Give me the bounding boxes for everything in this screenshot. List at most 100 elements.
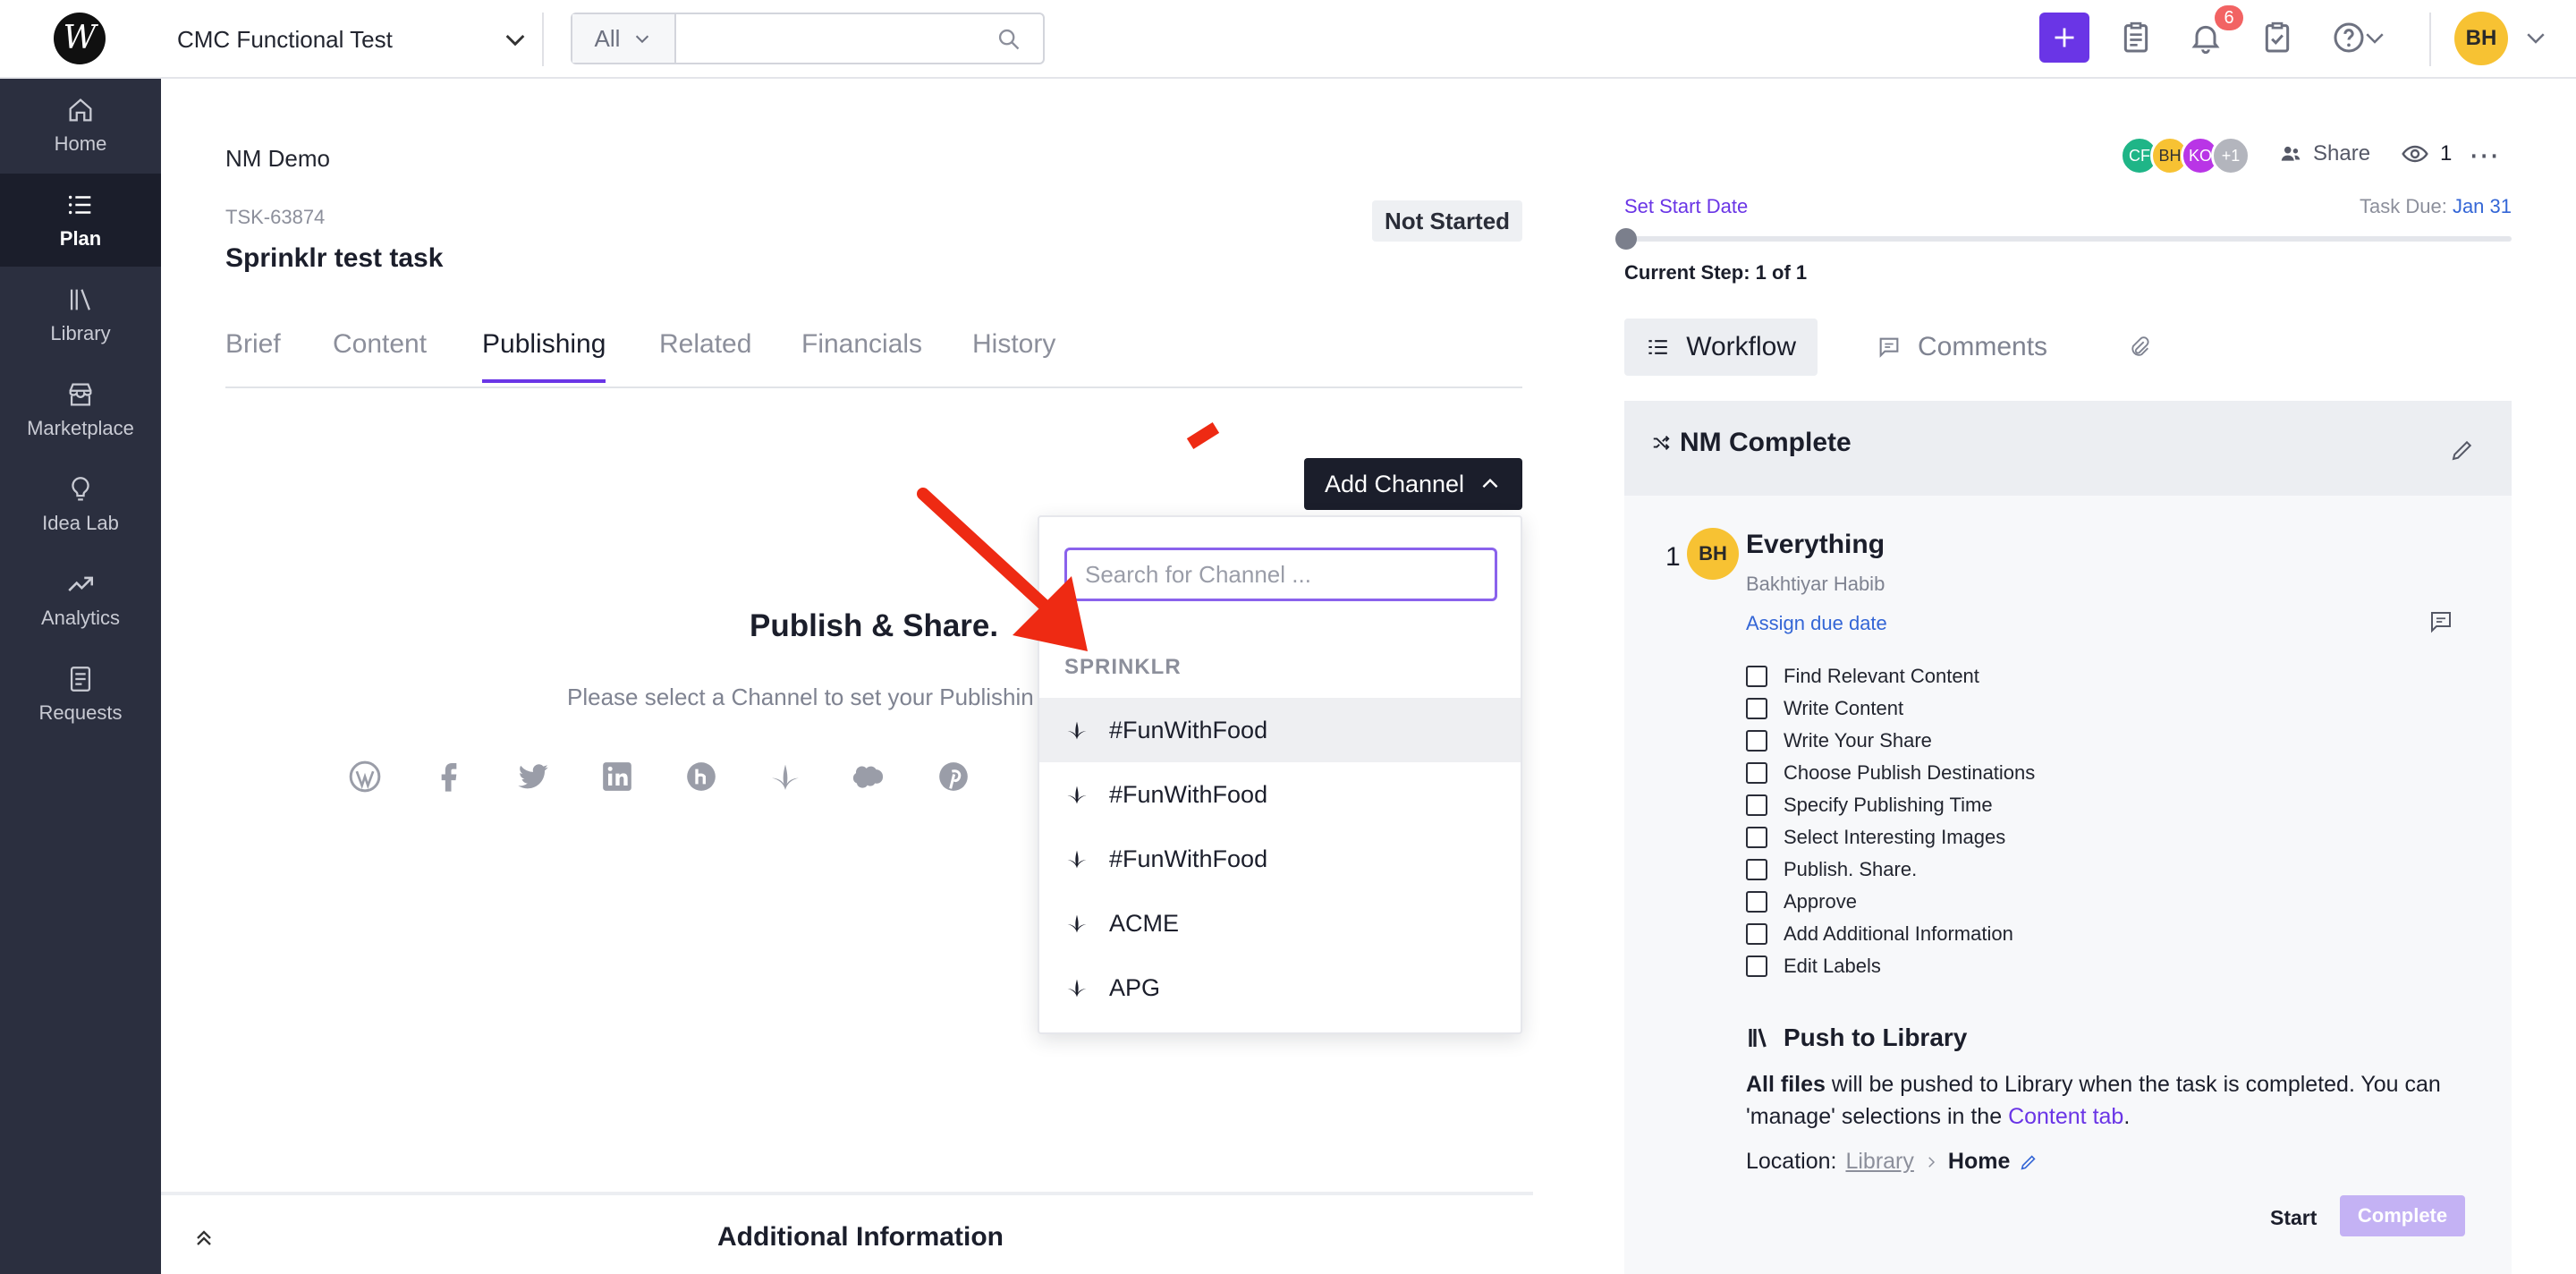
sprinklr-icon[interactable] [767,759,803,794]
chevron-down-icon[interactable] [501,25,530,54]
checklist-item-label: Publish. Share. [1784,858,1918,880]
checkbox[interactable] [1746,666,1767,687]
task-due[interactable]: Task Due: Jan 31 [2360,195,2512,218]
checkbox[interactable] [1746,827,1767,848]
user-avatar[interactable]: BH [2454,12,2508,65]
channel-option[interactable]: #FunWithFood [1039,762,1521,827]
sidebar-item-library[interactable]: Library [0,268,161,361]
additional-info-bar[interactable]: Additional Information [161,1192,1533,1274]
push-text-2: . [2123,1104,2131,1129]
progress-knob[interactable] [1615,228,1637,250]
checkbox[interactable] [1746,891,1767,913]
pinterest-icon[interactable] [936,759,971,794]
checkbox[interactable] [1746,730,1767,752]
tab-comments[interactable]: Comments [1855,318,2069,376]
search-scope-select[interactable]: All [572,14,676,63]
tab-financials[interactable]: Financials [801,329,922,379]
annotation-arrow [917,488,1088,651]
channel-option-label: APG [1109,973,1161,1001]
sidebar-item-idea-lab[interactable]: Idea Lab [0,458,161,551]
sidebar-item-analytics[interactable]: Analytics [0,553,161,646]
add-channel-button[interactable]: Add Channel [1304,458,1522,510]
checklist-item[interactable]: Select Interesting Images [1746,821,2035,854]
task-id: TSK-63874 [225,206,326,228]
status-badge[interactable]: Not Started [1372,200,1522,242]
checklist-item[interactable]: Specify Publishing Time [1746,789,2035,821]
checklist-item[interactable]: Choose Publish Destinations [1746,757,2035,789]
sidebar-item-label: Marketplace [27,417,134,439]
edit-icon[interactable] [2449,437,2476,463]
channel-search-input[interactable] [1064,548,1497,601]
location-library-link[interactable]: Library [1845,1149,1913,1175]
checkbox[interactable] [1746,859,1767,880]
comment-icon[interactable] [2428,608,2454,635]
checklist-item[interactable]: Find Relevant Content [1746,660,2035,692]
tab-attachments[interactable] [2114,318,2165,376]
sidebar-item-plan[interactable]: Plan [0,174,161,267]
checklist-item[interactable]: Publish. Share. [1746,854,2035,886]
publish-subtitle: Please select a Channel to set your Publ… [567,684,1034,710]
checkbox[interactable] [1746,956,1767,977]
wordpress-icon[interactable] [347,759,383,794]
store-icon [69,383,92,406]
double-chevron-up-icon[interactable] [191,1226,216,1251]
push-to-library-title: Push to Library [1746,1023,1967,1052]
search-input[interactable] [676,14,1043,63]
facebook-icon[interactable] [431,759,467,794]
collaborator-avatars[interactable]: CF BH KO +1 [2120,136,2250,175]
project-selector[interactable]: CMC Functional Test [177,20,393,59]
viewers-count[interactable]: 1 [2401,140,2452,168]
channel-option[interactable]: APG [1039,956,1521,1020]
share-label: Share [2313,141,2371,166]
tab-history[interactable]: History [972,329,1055,379]
sidebar-item-marketplace[interactable]: Marketplace [0,363,161,456]
twitter-icon[interactable] [515,759,551,794]
push-bold: All files [1746,1072,1826,1097]
push-title-text: Push to Library [1784,1023,1968,1051]
share-button[interactable]: Share [2279,141,2370,166]
app-logo[interactable]: W [54,13,106,64]
sidebar-item-home[interactable]: Home [0,79,161,172]
workflow-icon [1648,340,1667,354]
content-tab-link[interactable]: Content tab [2008,1104,2123,1129]
checklist-item[interactable]: Approve [1746,886,2035,918]
checklist-item[interactable]: Edit Labels [1746,950,2035,982]
more-options-icon[interactable]: ⋯ [2469,138,2501,174]
channel-option[interactable]: ACME [1039,891,1521,956]
tab-publishing[interactable]: Publishing [482,329,606,383]
checkbox[interactable] [1746,923,1767,945]
chevron-down-icon[interactable] [2361,20,2388,55]
salesforce-icon[interactable] [852,759,887,794]
tab-content[interactable]: Content [333,329,427,379]
sidebar-item-requests[interactable]: Requests [0,648,161,741]
tab-workflow[interactable]: Workflow [1624,318,1818,376]
clipboard-icon[interactable] [2118,20,2154,55]
checkbox[interactable] [1746,762,1767,784]
chevron-down-icon[interactable] [2522,20,2549,55]
step-title: Everything [1746,530,1885,559]
checklist-item[interactable]: Write Content [1746,692,2035,725]
start-button[interactable]: Start [2270,1206,2317,1230]
tab-related[interactable]: Related [659,329,751,379]
complete-button[interactable]: Complete [2340,1195,2465,1236]
set-start-date-link[interactable]: Set Start Date [1624,195,1748,218]
channel-option[interactable]: #FunWithFood [1039,827,1521,891]
checkbox[interactable] [1746,794,1767,816]
channel-option[interactable]: #FunWithFood [1039,698,1521,762]
task-due-label: Task Due: [2359,195,2447,217]
avatar[interactable]: BH [1687,528,1739,580]
assign-due-date-link[interactable]: Assign due date [1746,612,1887,635]
checklist-item[interactable]: Add Additional Information [1746,918,2035,950]
task-check-icon[interactable] [2259,20,2295,55]
project-title[interactable]: NM Demo [225,145,330,173]
linkedin-icon[interactable] [599,759,635,794]
tab-brief[interactable]: Brief [225,329,281,379]
edit-icon[interactable] [2019,1152,2038,1172]
checklist-item[interactable]: Write Your Share [1746,725,2035,757]
hootsuite-icon[interactable] [683,759,719,794]
checkbox[interactable] [1746,698,1767,719]
channel-option-label: #FunWithFood [1109,780,1268,808]
search-icon[interactable] [996,27,1021,52]
annotation-mark [1186,422,1220,449]
create-button[interactable] [2039,13,2089,63]
